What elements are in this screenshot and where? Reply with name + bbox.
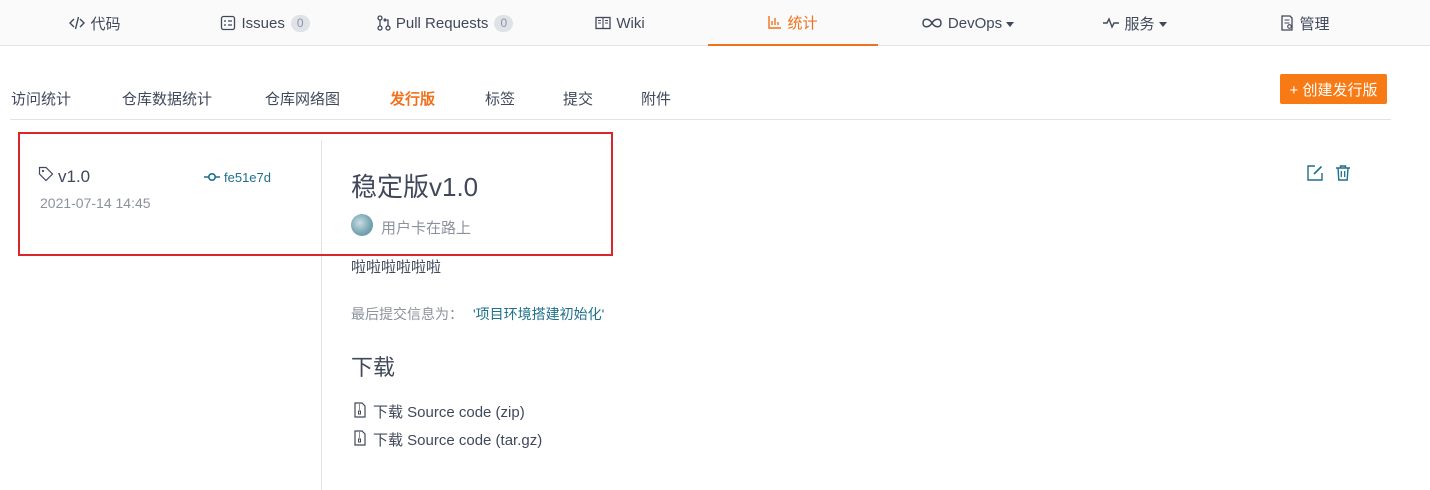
issues-icon [220, 15, 236, 31]
tab-settings[interactable]: 管理 [1250, 0, 1360, 46]
infinity-icon [921, 17, 943, 29]
tab-wiki[interactable]: Wiki [565, 0, 675, 46]
download-targz-label: 下载 Source code (tar.gz) [373, 432, 543, 449]
chevron-down-icon [1158, 21, 1167, 27]
zip-file-icon [353, 401, 373, 422]
last-commit-label: 最后提交信息为： [351, 306, 463, 322]
pull-requests-count-badge: 0 [494, 14, 514, 32]
pull-request-icon [377, 15, 391, 31]
code-icon [69, 16, 86, 30]
delete-icon[interactable] [1334, 164, 1352, 185]
tab-stats-label: 统计 [787, 14, 818, 32]
tab-stats[interactable]: 统计 [708, 0, 878, 46]
subtab-network-graph[interactable]: 仓库网络图 [265, 88, 340, 109]
settings-doc-icon [1280, 15, 1294, 31]
subtab-tags[interactable]: 标签 [485, 88, 515, 109]
tab-pull-requests[interactable]: Pull Requests 0 [360, 0, 530, 46]
repo-nav: 代码 Issues 0 Pull Requests 0 Wiki 统计 DevO… [0, 0, 1430, 46]
tab-devops[interactable]: DevOps [905, 0, 1030, 46]
pulse-icon [1103, 17, 1120, 29]
issues-count-badge: 0 [290, 14, 310, 32]
subtab-commits[interactable]: 提交 [563, 88, 593, 109]
last-commit-info: 最后提交信息为： '项目环境搭建初始化' [351, 304, 604, 324]
tab-code[interactable]: 代码 [40, 0, 150, 46]
highlight-box [18, 132, 613, 256]
create-release-button[interactable]: + 创建发行版 [1280, 74, 1387, 104]
subtab-releases[interactable]: 发行版 [390, 88, 435, 109]
downloads-heading: 下载 [351, 355, 396, 380]
tab-devops-label: DevOps [947, 14, 1003, 32]
release-description: 啦啦啦啦啦啦 [351, 259, 442, 276]
last-commit-message[interactable]: '项目环境搭建初始化' [473, 306, 604, 322]
subtab-visit-stats[interactable]: 访问统计 [11, 88, 71, 109]
subtab-repo-data-stats[interactable]: 仓库数据统计 [122, 88, 212, 109]
tab-settings-label: 管理 [1299, 15, 1330, 33]
tab-pull-requests-label: Pull Requests [395, 14, 489, 32]
tab-code-label: 代码 [90, 15, 121, 33]
chevron-down-icon [1006, 21, 1015, 27]
download-zip-link[interactable]: 下载 Source code (zip) [353, 401, 525, 422]
subnav-divider [10, 119, 1391, 120]
edit-icon[interactable] [1306, 164, 1324, 185]
tab-services[interactable]: 服务 [1075, 0, 1195, 46]
subtab-attachments[interactable]: 附件 [641, 88, 671, 109]
tab-services-label: 服务 [1124, 15, 1155, 33]
tab-issues-label: Issues [241, 14, 285, 32]
tab-wiki-label: Wiki [616, 14, 645, 32]
zip-file-icon [353, 429, 373, 450]
download-targz-link[interactable]: 下载 Source code (tar.gz) [353, 429, 542, 450]
bar-chart-icon [768, 15, 782, 29]
download-zip-label: 下载 Source code (zip) [373, 404, 525, 421]
book-icon [595, 16, 611, 30]
tab-issues[interactable]: Issues 0 [200, 0, 330, 46]
